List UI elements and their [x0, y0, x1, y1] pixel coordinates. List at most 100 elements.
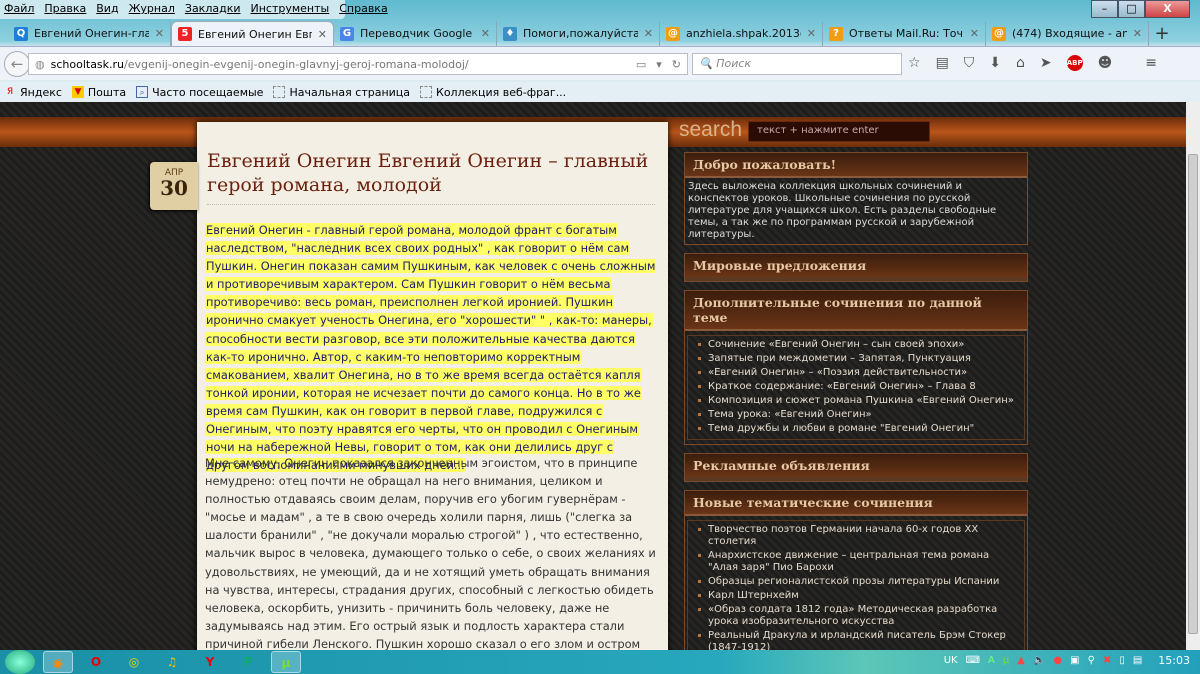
- address-bar[interactable]: ◍ schooltask.ru/evgenij-onegin-evgenij-o…: [28, 53, 688, 75]
- widget-title: Новые тематические сочинения: [685, 491, 1027, 516]
- opera-taskbar-icon[interactable]: O: [81, 651, 111, 673]
- widget-title: Рекламные объявления: [685, 454, 1027, 481]
- home-icon[interactable]: ⌂: [1016, 55, 1025, 71]
- media-app-taskbar-icon[interactable]: ♫: [157, 651, 187, 673]
- search-placeholder: Поиск: [716, 57, 752, 70]
- reader-view-icon[interactable]: ▭: [636, 58, 646, 71]
- tab-close-icon[interactable]: ✕: [807, 27, 816, 40]
- close-window-button[interactable]: X: [1145, 0, 1190, 18]
- clock[interactable]: 15:03: [1158, 654, 1190, 667]
- tab-title: Ответы Mail.Ru: Точк...: [849, 27, 964, 40]
- sidebar-link[interactable]: Карл Штернхейм: [688, 589, 1024, 603]
- warning-icon[interactable]: ▲: [1017, 655, 1025, 666]
- bookmark-poshta[interactable]: ▼ Пошта: [71, 86, 126, 99]
- dropdown-icon[interactable]: ▾: [656, 58, 662, 71]
- sidebar-link[interactable]: «Евгений Онегин» – «Поэзия действительно…: [688, 366, 1024, 380]
- menu-file[interactable]: Файл: [4, 2, 34, 17]
- tab-close-icon[interactable]: ✕: [481, 27, 490, 40]
- browser-tab[interactable]: ? Ответы Mail.Ru: Точк... ✕: [823, 21, 986, 46]
- chrome-taskbar-icon[interactable]: ◎: [119, 651, 149, 673]
- browser-tab[interactable]: @ (474) Входящие - anz... ✕: [986, 21, 1149, 46]
- yandex-taskbar-icon[interactable]: Y: [195, 651, 225, 673]
- widget-extra-essays: Дополнительные сочинения по данной теме …: [684, 290, 1028, 445]
- tab-close-icon[interactable]: ✕: [644, 27, 653, 40]
- tray-app-icon[interactable]: A: [988, 655, 995, 666]
- record-icon[interactable]: ●: [1053, 655, 1062, 666]
- download-icon[interactable]: ⬇: [989, 55, 1001, 71]
- menu-edit[interactable]: Правка: [44, 2, 86, 17]
- minimize-button[interactable]: –: [1091, 0, 1118, 18]
- tab-close-icon[interactable]: ✕: [1133, 27, 1142, 40]
- flag-icon[interactable]: ✖: [1103, 655, 1111, 666]
- smiley-icon[interactable]: ☻: [1098, 55, 1113, 71]
- sidebar-link[interactable]: Тема урока: «Евгений Онегин»: [688, 408, 1024, 422]
- keyboard-icon[interactable]: ⌨: [966, 655, 980, 666]
- browser-tab[interactable]: G Переводчик Google ✕: [334, 21, 497, 46]
- mail-ru-icon: @: [992, 26, 1006, 41]
- five-plus-icon: 5: [178, 27, 192, 41]
- back-button[interactable]: ←: [4, 51, 30, 77]
- menu-view[interactable]: Вид: [96, 2, 118, 17]
- bookmark-yandex[interactable]: Я Яндекс: [4, 86, 62, 99]
- menu-tools[interactable]: Инструменты: [251, 2, 330, 17]
- window-tray-icon[interactable]: ▣: [1070, 655, 1079, 666]
- sidebar-link[interactable]: Сочинение «Евгений Онегин – сын своей эп…: [688, 338, 1024, 352]
- browser-tab[interactable]: @ anzhiela.shpak.2013@... ✕: [660, 21, 823, 46]
- widget-ads: Рекламные объявления: [684, 453, 1028, 482]
- utorrent-taskbar-icon[interactable]: µ: [271, 651, 301, 673]
- sidebar-link[interactable]: Творчество поэтов Германии начала 60-х г…: [688, 523, 1024, 549]
- language-indicator[interactable]: UK: [944, 655, 958, 666]
- sidebar-link[interactable]: Реальный Дракула и ирландский писатель Б…: [688, 629, 1024, 650]
- bookmark-web-slices[interactable]: Коллекция веб-фраг...: [420, 86, 566, 99]
- network-icon[interactable]: ▤: [1133, 655, 1142, 666]
- bookmark-most-visited[interactable]: ⌕ Часто посещаемые: [136, 86, 263, 99]
- hamburger-menu-icon[interactable]: ≡: [1145, 55, 1157, 71]
- new-tab-button[interactable]: +: [1149, 21, 1175, 46]
- site-search-input[interactable]: текст + нажмите enter: [748, 121, 930, 142]
- article-paragraph-highlighted: Евгений Онегин - главный герой романа, м…: [205, 221, 660, 474]
- tab-close-icon[interactable]: ✕: [318, 28, 327, 41]
- battery-icon[interactable]: ▯: [1119, 655, 1125, 666]
- sidebar-link[interactable]: Тема дружбы и любви в романе "Евгений Он…: [688, 422, 1024, 436]
- tab-close-icon[interactable]: ✕: [155, 27, 164, 40]
- volume-icon[interactable]: 🔈: [1033, 655, 1045, 666]
- reload-icon[interactable]: ↻: [672, 58, 681, 71]
- browser-search-input[interactable]: 🔍 Поиск: [692, 53, 902, 75]
- browser-tab[interactable]: 5 Евгений Онегин Евге... ✕: [171, 21, 334, 46]
- menu-bookmarks[interactable]: Закладки: [185, 2, 241, 17]
- menu-bar: Файл Правка Вид Журнал Закладки Инструме…: [0, 0, 388, 19]
- bookmark-label: Коллекция веб-фраг...: [436, 85, 567, 99]
- usb-icon[interactable]: ⚲: [1088, 655, 1095, 666]
- maximize-button[interactable]: □: [1118, 0, 1145, 18]
- sidebar-link[interactable]: Запятые при междометии – Запятая, Пункту…: [688, 352, 1024, 366]
- widget-welcome: Добро пожаловать! Здесь выложена коллекц…: [684, 152, 1028, 245]
- browser-tab[interactable]: ♦ Помоги,пожалуйста.... ✕: [497, 21, 660, 46]
- folder-search-icon: ⌕: [136, 86, 149, 98]
- bookmark-star-icon[interactable]: ☆: [908, 55, 921, 71]
- adblock-icon[interactable]: ABP: [1066, 55, 1083, 71]
- send-icon[interactable]: ➤: [1040, 55, 1052, 71]
- publisher-taskbar-icon[interactable]: P: [233, 651, 263, 673]
- widget-title: Мировые предложения: [685, 254, 1027, 281]
- pocket-icon[interactable]: ⛉: [964, 55, 975, 71]
- reading-list-icon[interactable]: ▤: [936, 55, 949, 71]
- tab-title: anzhiela.shpak.2013@...: [686, 27, 801, 40]
- sidebar-link[interactable]: Композиция и сюжет романа Пушкина «Евген…: [688, 394, 1024, 408]
- scrollbar-thumb[interactable]: [1188, 154, 1198, 634]
- browser-tab[interactable]: Q Евгений Онегин-глав... ✕: [8, 21, 171, 46]
- utorrent-tray-icon[interactable]: µ: [1003, 655, 1009, 666]
- firefox-taskbar-icon[interactable]: ◉: [43, 651, 73, 673]
- sidebar-link[interactable]: «Образ солдата 1812 года» Методическая р…: [688, 603, 1024, 629]
- menu-help[interactable]: Справка: [339, 2, 387, 17]
- bookmark-start-page[interactable]: Начальная страница: [273, 86, 410, 99]
- menu-history[interactable]: Журнал: [129, 2, 175, 17]
- tab-close-icon[interactable]: ✕: [970, 27, 979, 40]
- sidebar: Добро пожаловать! Здесь выложена коллекц…: [684, 152, 1028, 650]
- sidebar-link[interactable]: Анархистское движение – центральная тема…: [688, 549, 1024, 575]
- page-scrollbar[interactable]: [1186, 102, 1200, 650]
- divider: [207, 204, 655, 205]
- start-button[interactable]: [5, 650, 35, 674]
- yandex-icon: Я: [6, 87, 14, 97]
- sidebar-link[interactable]: Краткое содержание: «Евгений Онегин» – Г…: [688, 380, 1024, 394]
- sidebar-link[interactable]: Образцы регионалистской прозы литературы…: [688, 575, 1024, 589]
